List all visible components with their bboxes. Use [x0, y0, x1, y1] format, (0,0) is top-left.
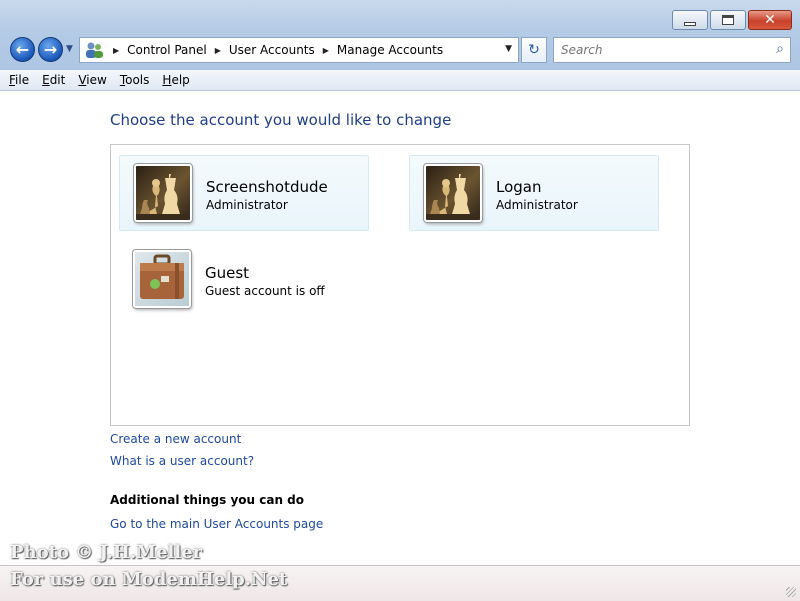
- breadcrumb-separator-icon[interactable]: ▶: [215, 46, 221, 55]
- account-type: Administrator: [206, 198, 288, 212]
- address-bar[interactable]: ▶ Control Panel ▶ User Accounts ▶ Manage…: [79, 37, 519, 63]
- resize-grip-icon[interactable]: [786, 587, 796, 597]
- minimize-icon: [684, 22, 696, 26]
- watermark-line-1: Photo © J.H.Meller: [10, 542, 203, 563]
- search-input[interactable]: [559, 42, 763, 58]
- close-icon: ✕: [764, 12, 776, 28]
- caption-buttons: ✕: [672, 10, 792, 30]
- refresh-icon: ↻: [528, 42, 540, 58]
- account-name: Logan: [496, 178, 542, 196]
- breadcrumb-control-panel[interactable]: Control Panel: [127, 43, 207, 57]
- menu-help[interactable]: Help: [162, 73, 189, 87]
- recent-pages-dropdown[interactable]: ▼: [66, 44, 73, 54]
- back-arrow-icon: ←: [15, 40, 30, 59]
- back-button[interactable]: ←: [10, 37, 35, 62]
- menu-file[interactable]: File: [9, 73, 29, 87]
- main-content: Choose the account you would like to cha…: [0, 91, 800, 565]
- search-icon[interactable]: ⌕: [776, 41, 784, 57]
- status-bar: For use on ModemHelp.Net: [0, 565, 800, 601]
- additional-tasks-heading: Additional things you can do: [110, 493, 305, 507]
- search-box[interactable]: ⌕: [553, 37, 791, 63]
- account-tile-guest[interactable]: Guest Guest account is off: [119, 242, 369, 318]
- page-title: Choose the account you would like to cha…: [110, 111, 452, 129]
- main-user-accounts-link[interactable]: Go to the main User Accounts page: [110, 517, 323, 531]
- account-type: Administrator: [496, 198, 578, 212]
- suitcase-icon: [133, 250, 191, 308]
- account-name: Screenshotdude: [206, 178, 328, 196]
- watermark-line-2: For use on ModemHelp.Net: [10, 569, 288, 590]
- account-name: Guest: [205, 264, 250, 282]
- breadcrumb-user-accounts[interactable]: User Accounts: [229, 43, 315, 57]
- forward-arrow-icon: →: [43, 40, 58, 59]
- account-tile-screenshotdude[interactable]: Screenshotdude Administrator: [119, 155, 369, 231]
- menu-edit[interactable]: Edit: [42, 73, 65, 87]
- maximize-button[interactable]: [710, 10, 746, 30]
- menu-tools[interactable]: Tools: [120, 73, 150, 87]
- breadcrumb-manage-accounts[interactable]: Manage Accounts: [337, 43, 443, 57]
- minimize-button[interactable]: [672, 10, 708, 30]
- address-dropdown-icon[interactable]: ▼: [505, 44, 512, 54]
- breadcrumb-separator-icon[interactable]: ▶: [113, 46, 119, 55]
- what-is-user-account-link[interactable]: What is a user account?: [110, 454, 254, 468]
- forward-button[interactable]: →: [38, 37, 63, 62]
- account-tile-logan[interactable]: Logan Administrator: [409, 155, 659, 231]
- close-button[interactable]: ✕: [748, 10, 792, 30]
- create-account-link[interactable]: Create a new account: [110, 432, 241, 446]
- menu-view[interactable]: View: [78, 73, 106, 87]
- menu-bar: File Edit View Tools Help: [0, 70, 800, 91]
- title-bar: ✕ ← → ▼ ▶ Control Panel ▶ User Accounts …: [0, 0, 800, 71]
- breadcrumb-separator-icon[interactable]: ▶: [323, 46, 329, 55]
- accounts-panel: Screenshotdude Administrator Logan Admin…: [110, 144, 690, 426]
- account-type: Guest account is off: [205, 284, 325, 298]
- maximize-icon: [722, 15, 734, 25]
- user-accounts-icon: [83, 40, 105, 60]
- chess-icon: [134, 164, 192, 222]
- chess-icon: [424, 164, 482, 222]
- refresh-button[interactable]: ↻: [521, 37, 547, 63]
